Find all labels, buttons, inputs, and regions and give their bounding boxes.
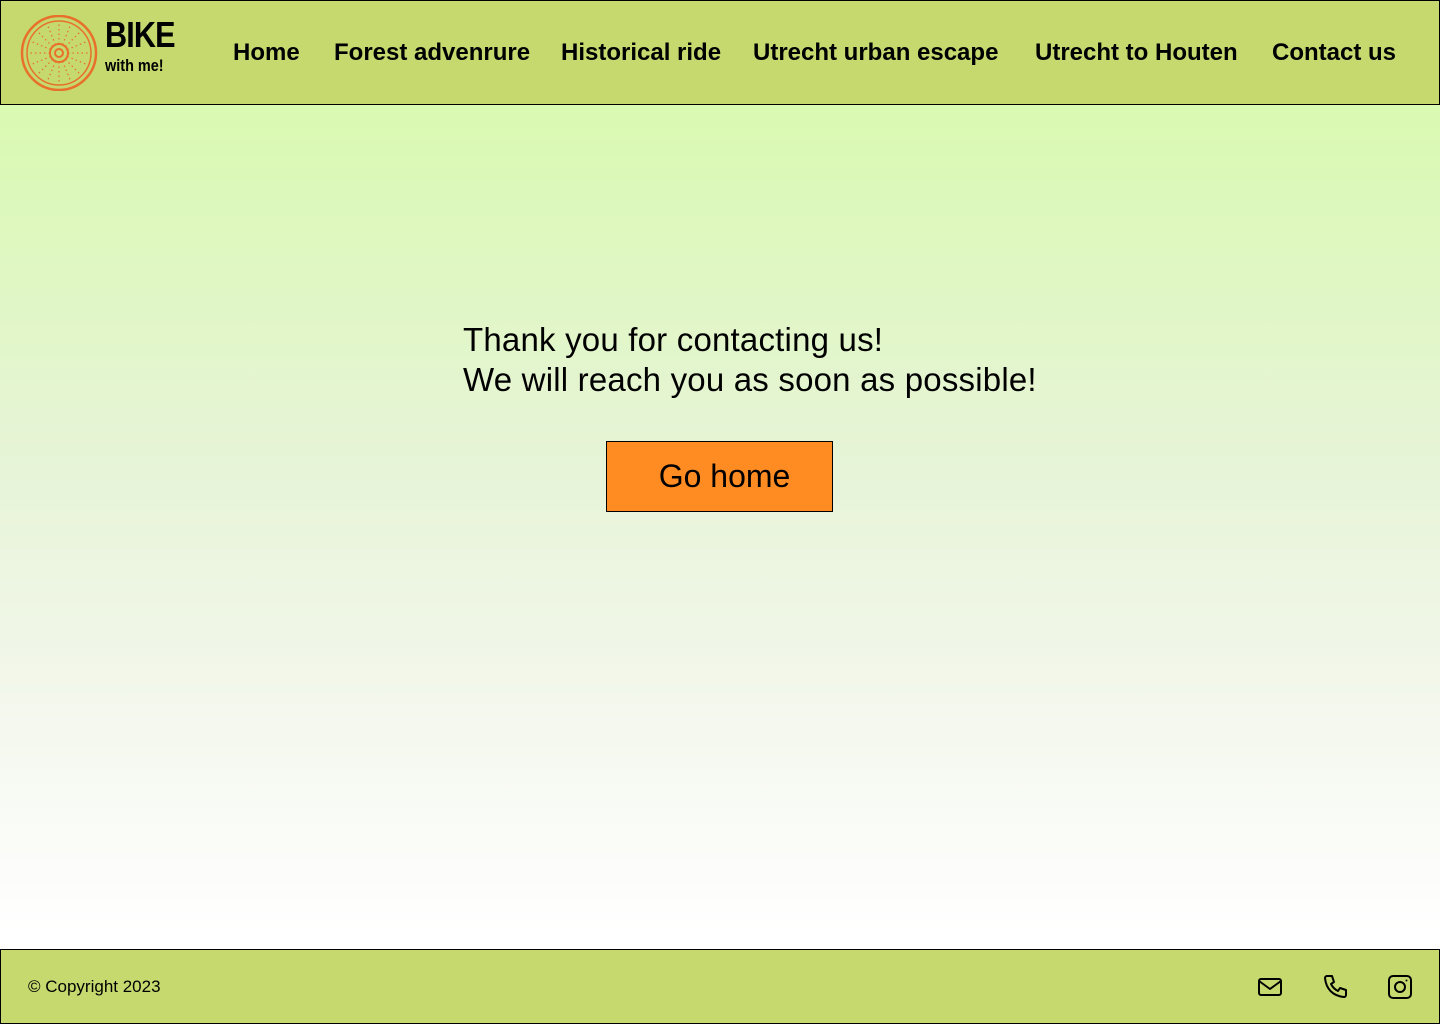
message-line-1: Thank you for contacting us! [463, 321, 884, 358]
site-footer: © Copyright 2023 [0, 949, 1440, 1024]
copyright-text: © Copyright 2023 [28, 977, 161, 996]
site-header: BIKE with me! Home Forest advenrure Hist… [0, 0, 1440, 105]
nav-historical-ride[interactable]: Historical ride [561, 39, 721, 67]
instagram-icon[interactable] [1387, 974, 1413, 1000]
bike-wheel-logo-icon [20, 15, 98, 91]
mail-icon[interactable] [1257, 974, 1283, 1000]
nav-utrecht-to-houten[interactable]: Utrecht to Houten [1035, 39, 1238, 67]
phone-icon[interactable] [1322, 974, 1348, 1000]
nav-utrecht-urban-escape[interactable]: Utrecht urban escape [753, 39, 998, 67]
thank-you-message: Thank you for contacting us! We will rea… [463, 320, 1037, 400]
message-line-2: We will reach you as soon as possible! [463, 361, 1037, 398]
go-home-button[interactable]: Go home [606, 441, 833, 512]
logo-title: BIKE [105, 14, 176, 55]
logo-text: BIKE with me! [105, 14, 187, 75]
nav-contact-us[interactable]: Contact us [1272, 39, 1396, 67]
nav-home[interactable]: Home [233, 39, 300, 67]
logo-subtitle: with me! [105, 56, 164, 75]
nav-forest-adventure[interactable]: Forest advenrure [334, 39, 530, 67]
logo[interactable]: BIKE with me! [19, 15, 179, 91]
